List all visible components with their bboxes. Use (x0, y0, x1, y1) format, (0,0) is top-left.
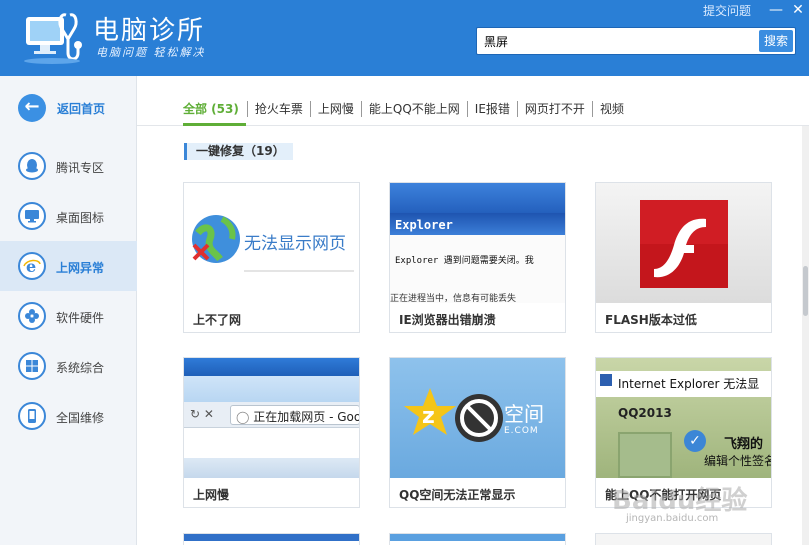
sidebar-item-network[interactable]: e 上网异常 (0, 241, 137, 291)
tab-page-not-open[interactable]: 网页打不开 (516, 101, 592, 117)
card-thumb-text-4: 编辑个性签名 (704, 454, 771, 468)
window-controls: 提交问题 — ✕ (703, 0, 809, 20)
fix-card-qzone[interactable]: z 空间 E.COM QQ空间无法正常显示 (389, 357, 566, 508)
sidebar-item-label: 上网异常 (56, 261, 105, 275)
scrollbar[interactable] (802, 126, 809, 545)
loading-icon: ◯ (236, 410, 250, 424)
card-title: 上网慢 (193, 488, 230, 502)
app-header: 电脑诊所 电脑问题 轻松解决 提交问题 — ✕ 搜索 (0, 0, 809, 76)
card-thumb-text: 空间 (504, 402, 544, 426)
ie-window-icon (600, 374, 612, 386)
search-button[interactable]: 搜索 (759, 30, 793, 52)
loading-label: 正在加载网页 - Goo (253, 410, 359, 424)
sidebar: ← 返回首页 腾讯专区 桌面图标 e 上网异常 软件硬件 系统综合 全国维修 (0, 76, 137, 545)
fix-card-ie-crash[interactable]: Explorer Explorer 遇到问题需要关闭。我 正在进程当中，信息有可… (389, 182, 566, 333)
fix-card-slow-internet[interactable]: ↻ ✕ ◯ 正在加载网页 - Goo 上网慢 (183, 357, 360, 508)
card-thumbnail: ↻ ✕ ◯ 正在加载网页 - Goo (184, 358, 359, 478)
card-thumb-text-2: 正在进程当中，信息有可能丢失 (390, 294, 517, 303)
sidebar-item-label: 桌面图标 (56, 211, 105, 225)
card-thumb-text: Explorer 遇到问题需要关闭。我 (395, 256, 534, 266)
svg-text:z: z (422, 404, 435, 429)
sidebar-item-software-hardware[interactable]: 软件硬件 (0, 291, 137, 341)
fix-card-no-internet[interactable]: 无法显示网页 上不了网 (183, 182, 360, 333)
category-tabs: 全部 (53) 抢火车票 上网慢 能上QQ不能上网 IE报错 网页打不开 视频 (183, 99, 631, 119)
sidebar-item-label: 腾讯专区 (56, 161, 105, 175)
card-thumbnail (596, 183, 771, 303)
watermark-url: jingyan.baidu.com (626, 513, 719, 524)
card-thumb-text-2: E.COM (504, 426, 539, 436)
minimize-button[interactable]: — (765, 0, 787, 20)
card-title: FLASH版本过低 (605, 313, 697, 327)
card-title: IE浏览器出错崩溃 (399, 313, 496, 327)
back-arrow-icon: ← (18, 94, 46, 122)
tab-all[interactable]: 全部 (53) (183, 101, 247, 117)
card-thumb-title: Explorer (395, 218, 453, 232)
card-thumb-text: Internet Explorer 无法显 (618, 377, 760, 391)
active-tab-underline (183, 123, 246, 126)
fix-card-flash-old[interactable]: FLASH版本过低 (595, 182, 772, 333)
flash-player-icon (640, 200, 728, 288)
tab-video[interactable]: 视频 (591, 101, 631, 117)
app-title: 电脑诊所 (93, 16, 206, 46)
close-button[interactable]: ✕ (787, 0, 809, 20)
card-thumbnail: 无法显示网页 (184, 183, 359, 303)
tab-slow-internet[interactable]: 上网慢 (309, 101, 361, 117)
card-thumb-text: ◯ 正在加载网页 - Goo (236, 408, 359, 425)
card-title: 上不了网 (193, 313, 242, 327)
back-home-label: 返回首页 (57, 102, 106, 116)
card-thumbnail: Internet Explorer 无法显 QQ2013 ✓ 飞翔的 编辑个性签… (596, 358, 771, 478)
section-title: 一键修复（19） (184, 143, 293, 160)
sidebar-item-tencent[interactable]: 腾讯专区 (0, 141, 137, 191)
qq-penguin-icon (18, 152, 46, 180)
card-thumbnail: z 空间 E.COM (390, 358, 565, 478)
logo-stethoscope-monitor-icon (24, 13, 82, 64)
tab-qq-no-web[interactable]: 能上QQ不能上网 (360, 101, 467, 117)
sidebar-item-system[interactable]: 系统综合 (0, 341, 137, 391)
phone-icon (18, 402, 46, 430)
search-box: 搜索 (476, 27, 796, 55)
tab-ie-error[interactable]: IE报错 (466, 101, 517, 117)
card-thumbnail: Explorer Explorer 遇到问题需要关闭。我 正在进程当中，信息有可… (390, 183, 565, 303)
card-title: QQ空间无法正常显示 (399, 488, 516, 502)
sidebar-item-label: 软件硬件 (56, 311, 105, 325)
refresh-icon: ↻ ✕ (190, 407, 214, 421)
app-subtitle: 电脑问题 轻松解决 (96, 46, 206, 59)
fan-icon (18, 302, 46, 330)
back-home-button[interactable]: ← 返回首页 (0, 90, 137, 130)
scrollbar-thumb[interactable] (803, 266, 808, 316)
sidebar-item-label: 全国维修 (56, 411, 105, 425)
fix-card-partial[interactable] (595, 533, 772, 545)
card-thumb-text-3: 飞翔的 (724, 437, 764, 452)
fix-card-partial[interactable] (183, 533, 360, 545)
sidebar-item-repair[interactable]: 全国维修 (0, 391, 137, 441)
card-thumb-text-2: QQ2013 (618, 406, 672, 420)
feedback-link[interactable]: 提交问题 (703, 2, 751, 19)
monitor-icon (18, 202, 46, 230)
check-icon: ✓ (684, 430, 706, 452)
avatar (618, 432, 672, 478)
fix-card-partial[interactable] (389, 533, 566, 545)
sidebar-item-desktop-icons[interactable]: 桌面图标 (0, 191, 137, 241)
tab-train-tickets[interactable]: 抢火车票 (246, 101, 310, 117)
svg-text:e: e (26, 257, 36, 275)
card-thumb-text: 无法显示网页 (244, 234, 346, 254)
windows-icon (18, 352, 46, 380)
sidebar-item-label: 系统综合 (56, 361, 105, 375)
ie-icon: e (18, 252, 46, 280)
search-input[interactable] (477, 28, 759, 54)
watermark: Baidu经验 (612, 486, 748, 516)
